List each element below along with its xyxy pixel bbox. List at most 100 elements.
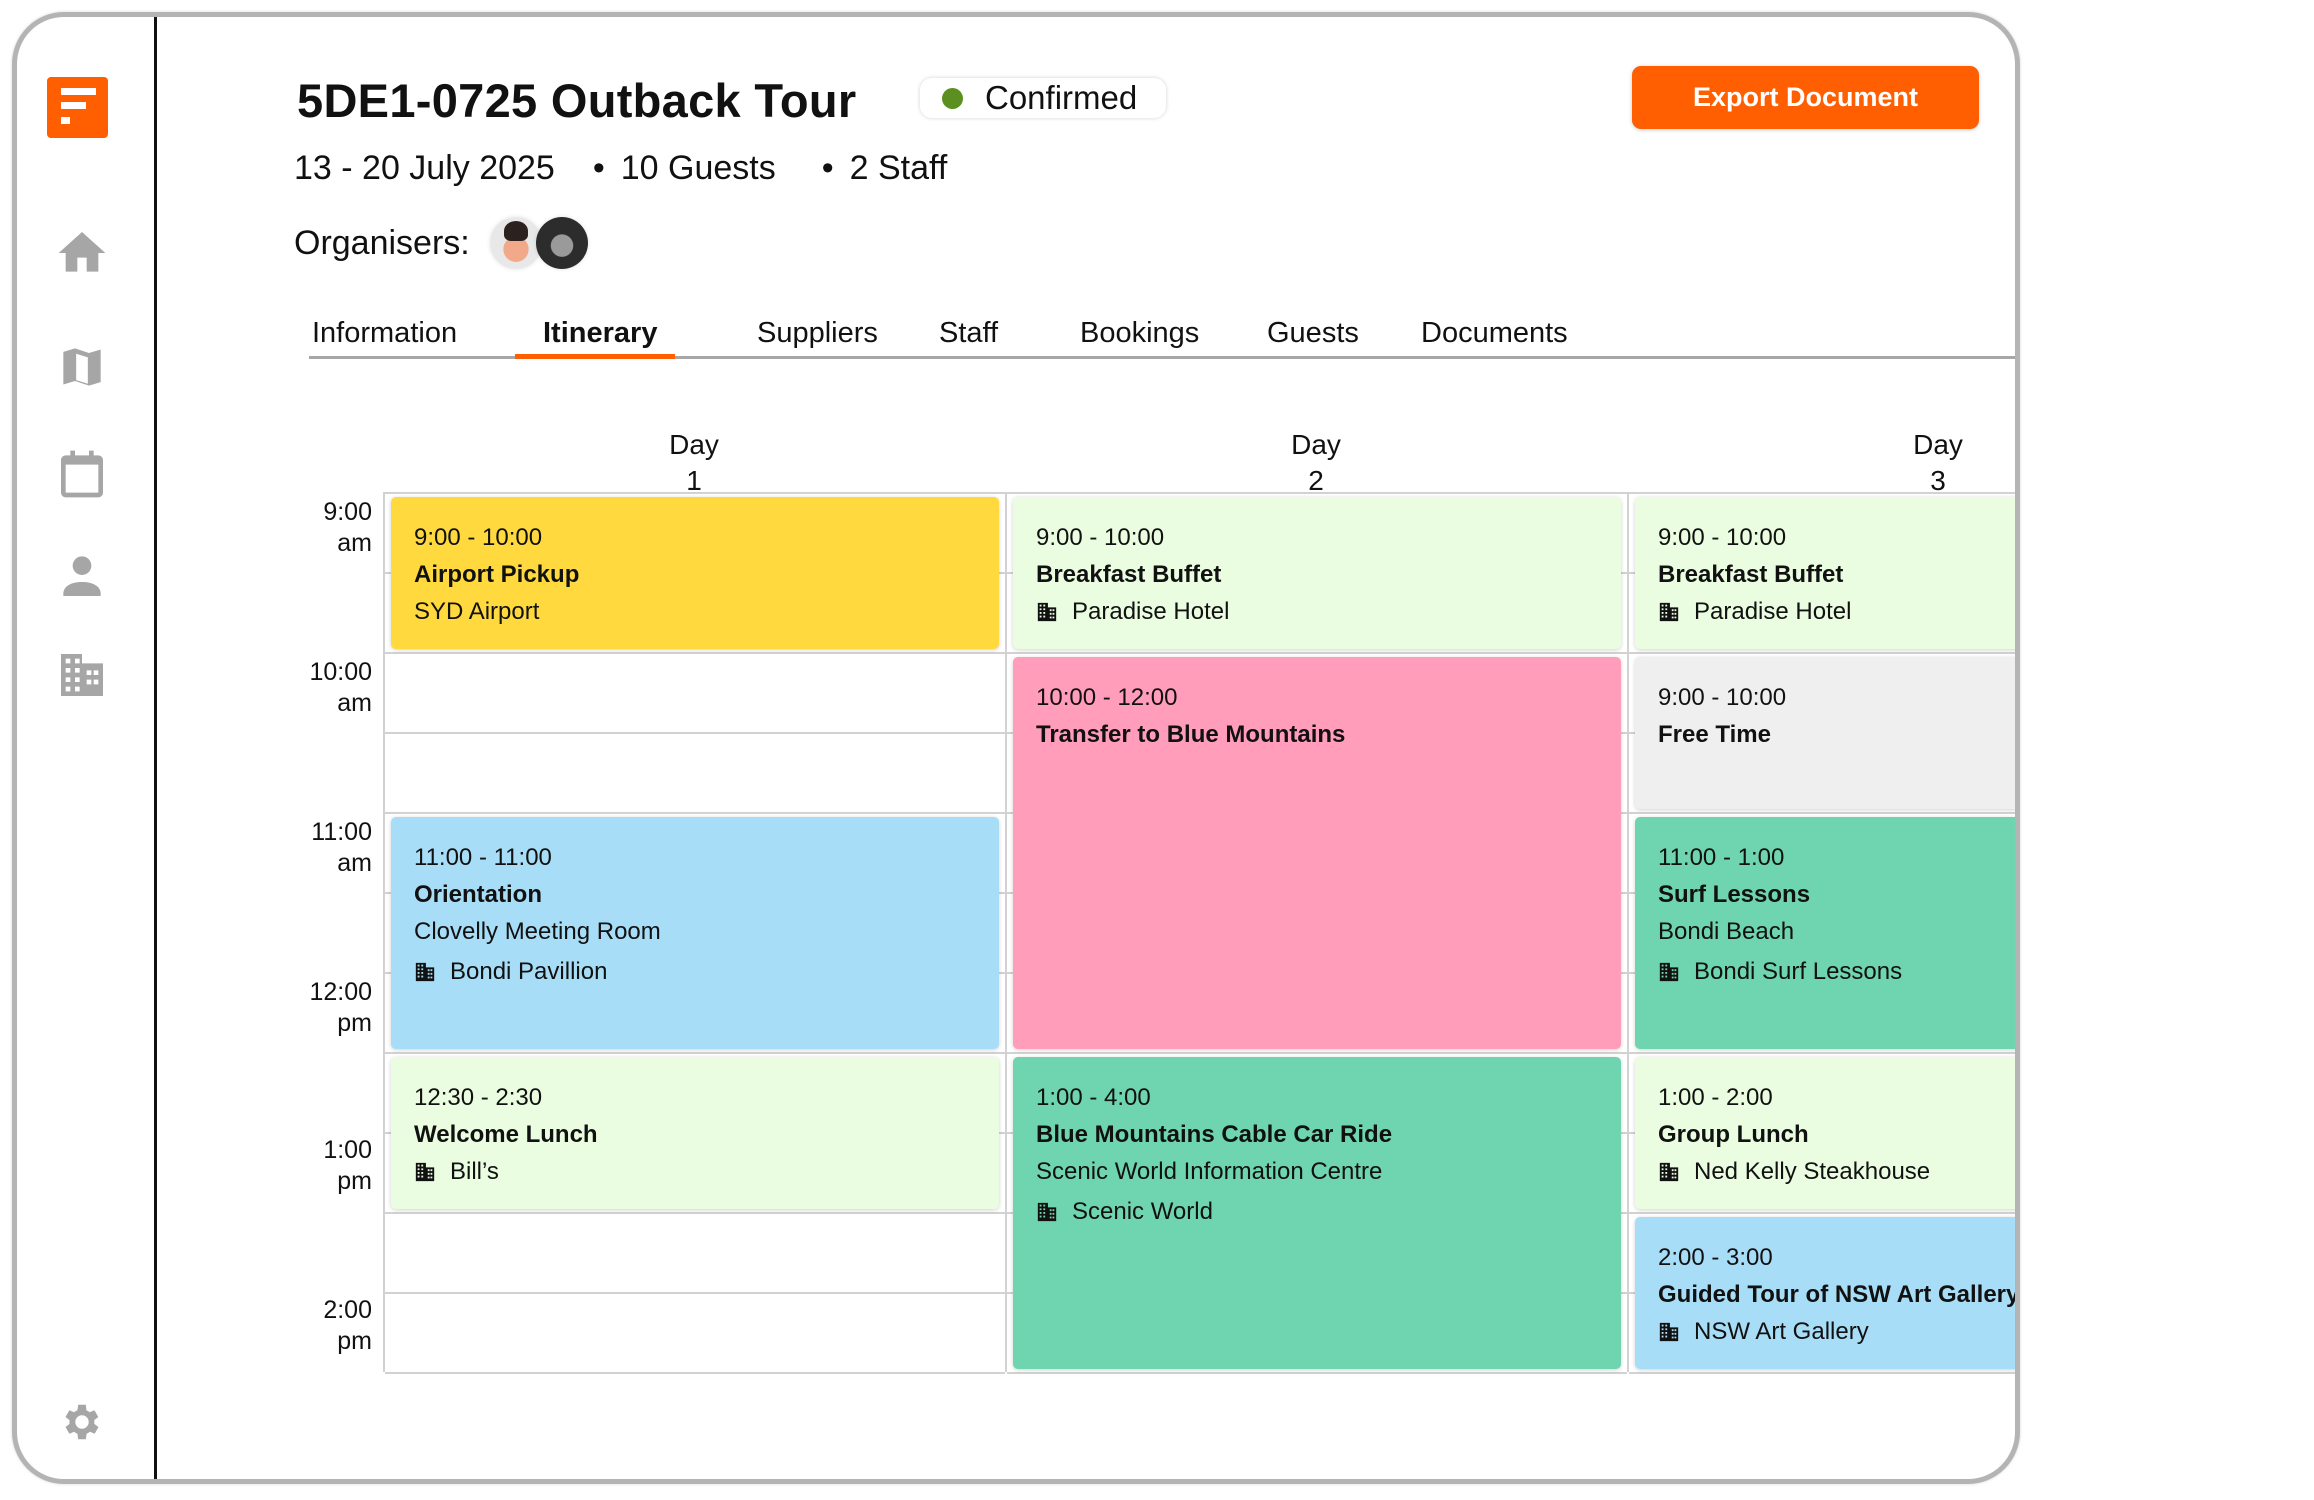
event-supplier: Bondi Pavillion [414,953,999,990]
building-icon [414,961,436,983]
avatar[interactable] [489,217,542,269]
gridline [1629,1212,2015,1214]
day-label: Day [1913,429,1963,460]
itinerary-event[interactable]: 9:00 - 10:00 Airport Pickup SYD Airport [391,497,999,649]
gridline [1007,652,1627,654]
itinerary-event[interactable]: 12:30 - 2:30 Welcome Lunch Bill’s [391,1057,999,1209]
day-column: 9:00 - 10:00 Breakfast Buffet Paradise Hot… [1005,492,1627,1374]
calendar-icon[interactable] [54,446,110,502]
event-time: 9:00 - 10:00 [414,524,543,551]
event-title: Orientation [414,881,543,908]
export-document-button[interactable]: Export Document [1632,66,1979,129]
tab-guests[interactable]: Guests [1267,317,1359,350]
home-icon[interactable] [54,225,110,281]
organisers: Organisers: [294,217,588,269]
event-location: Bondi Beach [1658,918,1795,945]
event-time: 10:00 - 12:00 [1036,684,1178,711]
time-label: 11:00 am [309,817,372,879]
event-title: Blue Mountains Cable Car Ride [1036,1121,1393,1148]
time-label-period: pm [337,1009,372,1037]
event-supplier: Bill’s [414,1153,999,1190]
organiser-avatars [489,217,588,269]
tab-bar: Information Itinerary Suppliers Staff Bo… [309,317,2015,359]
supplier-name[interactable]: Paradise Hotel [1072,593,1229,630]
supplier-name[interactable]: Bondi Pavillion [450,953,607,990]
day-header: Day 2 [1005,427,1627,499]
guest-count: 10 Guests [620,149,776,187]
brand-logo[interactable] [47,77,108,138]
tab-documents[interactable]: Documents [1421,317,1568,350]
time-label-hour: 9:00 [323,498,372,526]
itinerary-calendar: Day 1 Day 2 Day 3 9:00 am 10:00 am 11:00 am 12:00 pm… [309,417,2020,1387]
building-icon [414,1161,436,1183]
event-title: Free Time [1658,721,1771,748]
map-icon[interactable] [54,339,110,395]
time-label: 10:00 am [309,657,372,719]
event-supplier: Scenic World [1036,1193,1621,1230]
itinerary-event[interactable]: 1:00 - 4:00 Blue Mountains Cable Car Ride… [1013,1057,1621,1369]
itinerary-event[interactable]: 1:00 - 2:00 Group Lunch Ned Kelly Steakhou… [1635,1057,2015,1209]
event-supplier: Ned Kelly Steakhouse [1658,1153,2015,1190]
supplier-name[interactable]: Bill’s [450,1153,499,1190]
itinerary-event[interactable]: 2:00 - 3:00 Guided Tour of NSW Art Galler… [1635,1217,2020,1369]
gridline [1629,492,2015,494]
time-label-period: am [337,849,372,877]
itinerary-event[interactable]: 9:00 - 10:00 Breakfast Buffet Paradise Hot… [1635,497,2015,649]
event-title: Surf Lessons [1658,881,1811,908]
building-icon[interactable] [54,647,110,703]
gridline [1629,1052,2015,1054]
time-label-period: am [337,529,372,557]
itinerary-event[interactable]: 9:00 - 10:00 Breakfast Buffet Paradise Hot… [1013,497,1621,649]
building-icon [1658,1161,1680,1183]
status-label: Confirmed [985,79,1138,116]
day-column: 9:00 - 10:00 Breakfast Buffet Paradise Hot… [1627,492,2020,1374]
tab-itinerary[interactable]: Itinerary [543,317,657,350]
avatar[interactable] [535,217,588,269]
itinerary-event[interactable]: 11:00 - 11:00 Orientation Clovelly Meeting… [391,817,999,1049]
tab-bookings[interactable]: Bookings [1080,317,1199,350]
event-title: Guided Tour of NSW Art Gallery [1658,1281,2020,1308]
building-icon [1036,601,1058,623]
organisers-label: Organisers: [294,223,470,262]
supplier-name[interactable]: NSW Art Gallery [1694,1313,1869,1350]
tab-information[interactable]: Information [312,317,457,350]
gear-icon[interactable] [59,1399,105,1445]
supplier-name[interactable]: Paradise Hotel [1694,593,1851,630]
supplier-name[interactable]: Ned Kelly Steakhouse [1694,1153,1930,1190]
event-title: Group Lunch [1658,1121,1809,1148]
building-icon [1658,1321,1680,1343]
event-location: Clovelly Meeting Room [414,918,661,945]
time-label: 12:00 pm [309,977,372,1039]
event-title: Airport Pickup [414,561,580,588]
building-icon [1658,961,1680,983]
app-window: 5DE1-0725 Outback Tour Confirmed Export … [12,12,2020,1484]
tab-suppliers[interactable]: Suppliers [757,317,878,350]
trip-dates: 13 - 20 July 2025 [294,149,555,187]
gridline [385,492,1005,494]
status-badge: Confirmed [920,78,1166,118]
event-time: 11:00 - 11:00 [414,844,552,871]
event-location: SYD Airport [414,598,540,625]
gridline [385,1052,1005,1054]
gridline [1007,1372,1627,1374]
time-label: 2:00 pm [309,1295,372,1357]
tab-staff[interactable]: Staff [939,317,998,350]
time-label-period: pm [337,1167,372,1195]
event-time: 9:00 - 10:00 [1036,524,1165,551]
trip-meta: 13 - 20 July 2025 • 10 Guests • 2 Staff [294,149,947,188]
itinerary-event[interactable]: 9:00 - 10:00 Free Time [1635,657,2015,809]
event-title: Breakfast Buffet [1036,561,1222,588]
supplier-name[interactable]: Scenic World [1072,1193,1213,1230]
staff-count: 2 Staff [849,149,948,187]
event-time: 12:30 - 2:30 [414,1084,543,1111]
time-label-hour: 11:00 [311,818,372,846]
event-title: Breakfast Buffet [1658,561,1844,588]
sidebar [17,17,157,1479]
day-label: Day [669,429,719,460]
itinerary-event[interactable]: 10:00 - 12:00 Transfer to Blue Mountains [1013,657,1621,1049]
itinerary-event[interactable]: 11:00 - 1:00 Surf Lessons Bondi Beach Bondi… [1635,817,2015,1049]
person-icon[interactable] [54,547,110,603]
event-time: 2:00 - 3:00 [1658,1244,1773,1271]
supplier-name[interactable]: Bondi Surf Lessons [1694,953,1902,990]
event-supplier: Paradise Hotel [1658,593,2015,630]
